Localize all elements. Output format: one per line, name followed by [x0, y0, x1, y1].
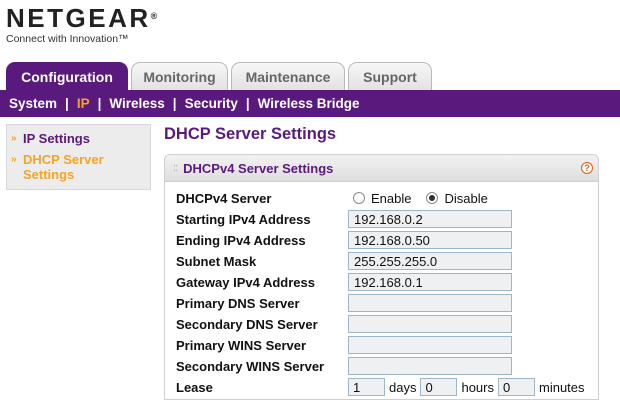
panel-header: :: DHCPv4 Server Settings ? — [165, 155, 598, 182]
sub-navigation-bar: System | IP | Wireless | Security | Wire… — [0, 90, 620, 117]
lease-inputs: days hours minutes — [348, 378, 589, 396]
lease-minutes-input[interactable] — [498, 378, 535, 396]
subnav-separator: | — [97, 96, 102, 111]
main-tabs: Configuration Monitoring Maintenance Sup… — [6, 62, 435, 90]
arrow-icon: » — [11, 133, 17, 144]
secondary-dns-input[interactable] — [348, 315, 512, 333]
primary-wins-input[interactable] — [348, 336, 512, 354]
side-item-label: IP Settings — [23, 131, 90, 146]
panel-title: DHCPv4 Server Settings — [183, 160, 334, 176]
dhcpv4-server-label: DHCPv4 Server — [176, 190, 272, 206]
subnav-separator: | — [245, 96, 250, 111]
lease-minutes-unit: minutes — [539, 379, 585, 395]
dhcpv4-settings-panel: :: DHCPv4 Server Settings ? DHCPv4 Serve… — [164, 154, 599, 400]
lease-label: Lease — [176, 379, 213, 395]
drag-grip-icon: :: — [173, 162, 178, 174]
subnav-ip[interactable]: IP — [77, 96, 90, 111]
primary-wins-label: Primary WINS Server — [176, 337, 307, 353]
side-item-label: DHCP Server Settings — [23, 152, 104, 182]
enable-radio[interactable] — [353, 192, 365, 204]
side-menu: » IP Settings » DHCP Server Settings — [6, 124, 151, 190]
tab-monitoring[interactable]: Monitoring — [131, 62, 228, 90]
dhcpv4-server-radio-group: Enable Disable — [353, 191, 503, 206]
subnav-separator: | — [65, 96, 69, 111]
enable-radio-label[interactable]: Enable — [371, 191, 411, 206]
subnav-wireless-bridge[interactable]: Wireless Bridge — [258, 96, 360, 111]
secondary-wins-label: Secondary WINS Server — [176, 358, 325, 374]
subnet-mask-label: Subnet Mask — [176, 253, 257, 269]
secondary-dns-label: Secondary DNS Server — [176, 316, 318, 332]
gateway-ipv4-input[interactable] — [348, 273, 512, 291]
lease-days-unit: days — [389, 379, 417, 395]
lease-hours-unit: hours — [461, 379, 494, 395]
brand-tagline: Connect with Innovation™ — [6, 33, 129, 45]
subnav-system[interactable]: System — [9, 96, 57, 111]
primary-dns-label: Primary DNS Server — [176, 295, 300, 311]
ending-ipv4-input[interactable] — [348, 231, 512, 249]
tab-support[interactable]: Support — [348, 62, 432, 90]
tab-maintenance[interactable]: Maintenance — [231, 62, 345, 90]
brand-registered-mark: ® — [150, 11, 158, 21]
page-title: DHCP Server Settings — [164, 125, 337, 143]
disable-radio-label[interactable]: Disable — [444, 191, 487, 206]
subnav-separator: | — [172, 96, 177, 111]
subnet-mask-input[interactable] — [348, 252, 512, 270]
help-icon[interactable]: ? — [581, 162, 593, 174]
lease-days-input[interactable] — [348, 378, 385, 396]
brand-name: NETGEAR — [6, 3, 151, 33]
subnav-wireless[interactable]: Wireless — [109, 96, 164, 111]
starting-ipv4-input[interactable] — [348, 210, 512, 228]
netgear-logo: NETGEAR® Connect with Innovation™ — [6, 4, 157, 45]
lease-hours-input[interactable] — [420, 378, 458, 396]
gateway-ipv4-label: Gateway IPv4 Address — [176, 274, 315, 290]
ending-ipv4-label: Ending IPv4 Address — [176, 232, 306, 248]
disable-radio[interactable] — [426, 192, 439, 204]
side-item-dhcp-server-settings[interactable]: » DHCP Server Settings — [11, 152, 146, 182]
starting-ipv4-label: Starting IPv4 Address — [176, 211, 311, 227]
tab-configuration[interactable]: Configuration — [6, 62, 128, 90]
subnav-security[interactable]: Security — [185, 96, 238, 111]
side-item-ip-settings[interactable]: » IP Settings — [11, 131, 146, 146]
arrow-icon: » — [11, 154, 17, 165]
secondary-wins-input[interactable] — [348, 357, 512, 375]
primary-dns-input[interactable] — [348, 294, 512, 312]
